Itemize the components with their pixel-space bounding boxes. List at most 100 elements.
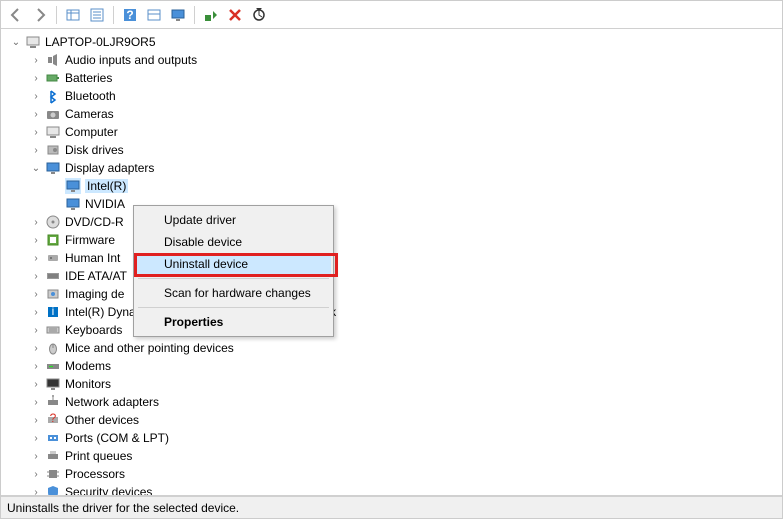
tree-category[interactable]: › Ports (COM & LPT) [7,429,782,447]
computer-icon [45,124,61,140]
forward-icon [32,7,48,23]
tree-item-label: DVD/CD-R [65,215,124,229]
tree-category[interactable]: ›Print queues [7,447,782,465]
tree-category[interactable]: › Security devices [7,483,782,495]
expand-toggle[interactable]: ⌄ [9,35,23,49]
expand-toggle[interactable]: › [29,71,43,85]
separator [194,6,195,24]
tree-item-label: Intel(R) [85,179,128,193]
tree-category[interactable]: › Cameras [7,105,782,123]
tree-category[interactable]: ›?Other devices [7,411,782,429]
tree-category[interactable]: ›Mice and other pointing devices [7,339,782,357]
tree-item-label: Bluetooth [65,89,116,103]
tree-category[interactable]: › Network adapters [7,393,782,411]
menu-item[interactable]: Disable device [136,231,331,253]
tree-category[interactable]: ›iIntel(R) Dynamic Platform and Thermal … [7,303,782,321]
expand-toggle[interactable]: › [29,413,43,427]
menu-item[interactable]: Properties [136,311,331,333]
scan-button[interactable] [248,4,270,26]
separator [56,6,57,24]
forward-button[interactable] [29,4,51,26]
expand-toggle[interactable]: ⌄ [29,161,43,175]
table-icon [65,7,81,23]
tree-category[interactable]: › Bluetooth [7,87,782,105]
menu-item[interactable]: Uninstall device [136,253,331,275]
expand-toggle[interactable]: › [29,53,43,67]
tree-item-label: Ports (COM & LPT) [65,431,169,445]
tree-item-label: Imaging de [65,287,124,301]
tree-category[interactable]: ›Computer [7,123,782,141]
menu-item[interactable]: Scan for hardware changes [136,282,331,304]
tree-item-label: Disk drives [65,143,124,157]
tree-category[interactable]: ›IDE ATA/AT [7,267,782,285]
expand-toggle[interactable]: › [29,305,43,319]
expand-toggle[interactable]: › [29,377,43,391]
expand-toggle[interactable]: › [29,449,43,463]
mouse-icon [45,340,61,356]
tree-device[interactable]: NVIDIA [7,195,782,213]
tree-category[interactable]: › Imaging de [7,285,782,303]
audio-icon [45,52,61,68]
show-hidden-button[interactable] [62,4,84,26]
device-tree-area: ⌄ LAPTOP-0LJR9OR5 › Audio inputs and outp… [1,29,782,496]
update-driver-button[interactable] [167,4,189,26]
tree-category[interactable]: ›Keyboards [7,321,782,339]
svg-text:?: ? [126,8,133,22]
remove-icon [227,7,243,23]
device-tree[interactable]: ⌄ LAPTOP-0LJR9OR5 › Audio inputs and outp… [1,29,782,495]
tree-device[interactable]: Intel(R) [7,177,782,195]
disk-icon [45,142,61,158]
expand-toggle[interactable]: › [29,215,43,229]
expand-toggle[interactable]: › [29,287,43,301]
view-button[interactable] [86,4,108,26]
expand-toggle[interactable]: › [29,143,43,157]
expand-toggle[interactable]: › [29,251,43,265]
expand-toggle[interactable]: › [29,323,43,337]
tree-item-label: Modems [65,359,111,373]
dvd-icon [45,214,61,230]
enable-button[interactable] [200,4,222,26]
tree-category[interactable]: ›Firmware [7,231,782,249]
tree-root-label: LAPTOP-0LJR9OR5 [45,35,156,49]
tree-category[interactable]: › Disk drives [7,141,782,159]
tree-category[interactable]: › Audio inputs and outputs [7,51,782,69]
expand-toggle[interactable]: › [29,359,43,373]
tree-category[interactable]: ›Processors [7,465,782,483]
tree-category[interactable]: ›Monitors [7,375,782,393]
expand-toggle[interactable]: › [29,341,43,355]
tree-category[interactable]: › Modems [7,357,782,375]
tree-category[interactable]: ›Human Int [7,249,782,267]
tree-item-label: Security devices [65,485,152,495]
expand-toggle[interactable]: › [29,485,43,495]
tree-item-label: Network adapters [65,395,159,409]
tree-category[interactable]: ›Batteries [7,69,782,87]
back-icon [8,7,24,23]
properties-button[interactable] [143,4,165,26]
keyboard-icon [45,322,61,338]
separator [113,6,114,24]
printer-icon [45,448,61,464]
expand-toggle[interactable]: › [29,89,43,103]
cpu-icon [45,466,61,482]
expand-toggle[interactable]: › [29,395,43,409]
tree-item-label: Audio inputs and outputs [65,53,197,67]
monitor-icon [170,7,186,23]
help-button[interactable]: ? [119,4,141,26]
expand-toggle[interactable]: › [29,107,43,121]
menu-item[interactable]: Update driver [136,209,331,231]
expand-toggle[interactable]: › [29,467,43,481]
tree-root[interactable]: ⌄ LAPTOP-0LJR9OR5 [7,33,782,51]
back-button[interactable] [5,4,27,26]
uninstall-button[interactable] [224,4,246,26]
tree-category[interactable]: › DVD/CD-R [7,213,782,231]
tree-item-label: Cameras [65,107,114,121]
expand-toggle[interactable]: › [29,431,43,445]
expand-toggle[interactable]: › [29,125,43,139]
expand-toggle[interactable]: › [29,269,43,283]
tree-category[interactable]: ⌄Display adapters [7,159,782,177]
ide-icon [45,268,61,284]
status-bar: Uninstalls the driver for the selected d… [1,496,782,518]
other-icon: ? [45,412,61,428]
expand-toggle[interactable]: › [29,233,43,247]
tree-item-label: NVIDIA [85,197,125,211]
